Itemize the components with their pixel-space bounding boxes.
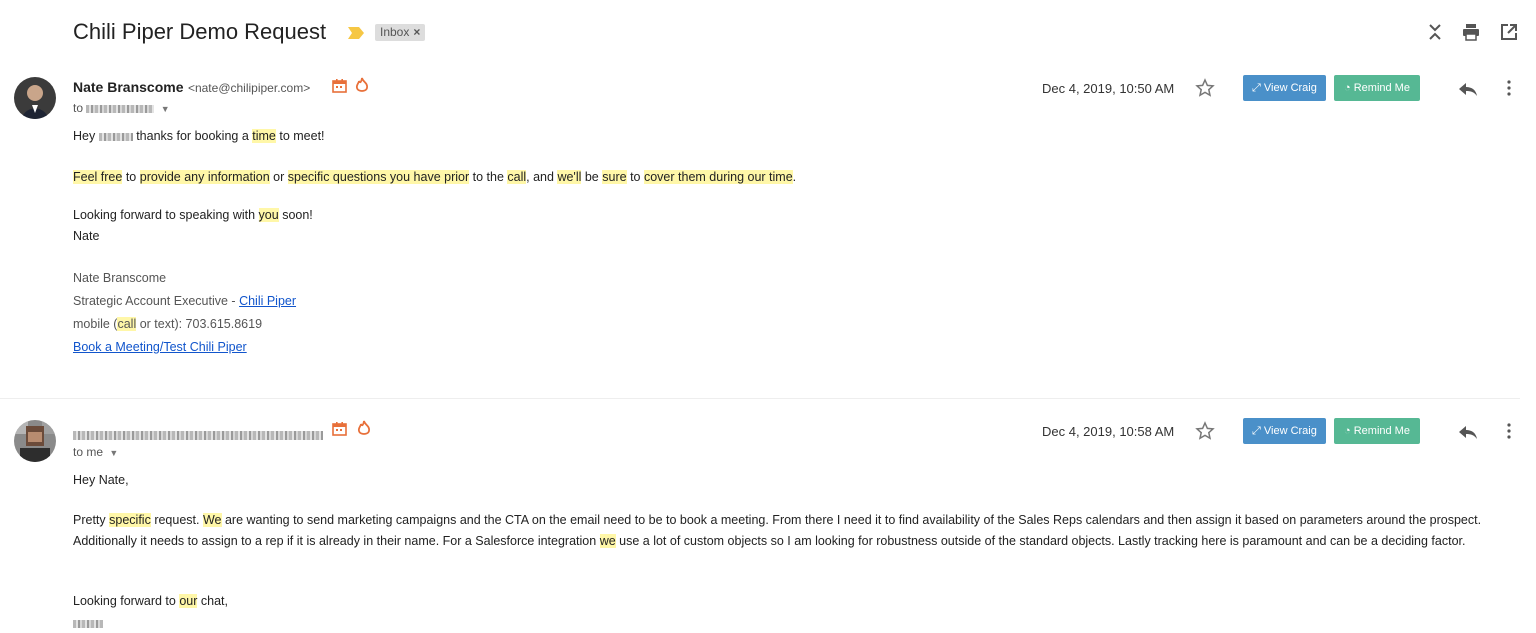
importance-marker-icon[interactable] (347, 26, 365, 40)
remind-me-label: Remind Me (1353, 82, 1410, 94)
recipient-line: to ▼ (73, 101, 170, 115)
to-me-label: to me (73, 445, 104, 459)
remind-me-button[interactable]: ◔ Remind Me (1334, 418, 1420, 444)
recipient-line: to me ▼ (73, 445, 118, 459)
redacted-name (98, 132, 133, 141)
remind-icon: ◔ (1344, 425, 1351, 437)
message-closing: Looking forward to our chat, (73, 594, 228, 608)
signature-mobile: mobile (call or text): 703.615.8619 (73, 317, 263, 331)
sender-line: Nate Branscome <nate@chilipiper.com> (73, 79, 310, 97)
calendar-icon[interactable] (332, 421, 347, 436)
message-sign-name: Nate (73, 229, 100, 243)
message-date: Dec 4, 2019, 10:58 AM (1042, 424, 1175, 439)
reply-icon[interactable] (1458, 80, 1478, 98)
expand-collapse-icon[interactable] (1425, 22, 1445, 42)
message-greeting: Hey thanks for booking a time to meet! (73, 129, 325, 143)
sender-name: Nate Branscome (73, 79, 184, 95)
link-arrow-icon: ⤢ (1252, 425, 1261, 437)
star-icon[interactable] (1195, 78, 1215, 98)
sender-avatar[interactable] (14, 77, 56, 119)
signature-title: Strategic Account Executive - Chili Pipe… (73, 294, 297, 308)
sender-email: <nate@chilipiper.com> (187, 81, 311, 95)
calendar-icon[interactable] (332, 78, 347, 93)
redacted-recipient (86, 104, 155, 113)
sender-avatar[interactable] (14, 420, 56, 462)
view-craig-button[interactable]: ⤢ View Craig (1243, 418, 1326, 444)
redacted-signature (73, 615, 103, 633)
view-craig-label: View Craig (1263, 425, 1317, 437)
view-craig-label: View Craig (1263, 82, 1317, 94)
inbox-label-chip: Inbox × (375, 24, 426, 41)
remove-label-button[interactable]: × (413, 25, 420, 39)
redacted-sender (73, 431, 323, 441)
signature-name: Nate Branscome (73, 271, 167, 285)
message-paragraph: Pretty specific request. We are wanting … (73, 513, 1482, 548)
message-paragraph: Feel free to provide any information or … (73, 170, 797, 184)
to-prefix: to (73, 101, 84, 115)
remind-icon: ◔ (1344, 82, 1351, 94)
message-date: Dec 4, 2019, 10:50 AM (1042, 81, 1175, 96)
email-subject: Chili Piper Demo Request (73, 19, 327, 44)
message-closing: Looking forward to speaking with you soo… (73, 208, 313, 222)
message-greeting: Hey Nate, (73, 473, 129, 487)
sender-line (73, 427, 323, 445)
chevron-down-icon[interactable]: ▼ (109, 448, 118, 458)
reply-icon[interactable] (1458, 423, 1478, 441)
remind-me-label: Remind Me (1353, 425, 1410, 437)
view-craig-button[interactable]: ⤢ View Craig (1243, 75, 1326, 101)
more-options-icon[interactable] (1506, 79, 1512, 97)
inbox-label-text: Inbox (380, 25, 410, 39)
link-arrow-icon: ⤢ (1252, 82, 1261, 94)
chevron-down-icon[interactable]: ▼ (161, 104, 170, 114)
booking-link[interactable]: Book a Meeting/Test Chili Piper (73, 340, 247, 354)
fire-icon[interactable] (355, 77, 369, 93)
message-divider (0, 398, 1520, 399)
open-new-window-icon[interactable] (1499, 22, 1519, 42)
print-icon[interactable] (1461, 22, 1481, 42)
fire-icon[interactable] (357, 420, 371, 436)
star-icon[interactable] (1195, 421, 1215, 441)
remind-me-button[interactable]: ◔ Remind Me (1334, 75, 1420, 101)
company-link[interactable]: Chili Piper (239, 294, 296, 308)
more-options-icon[interactable] (1506, 422, 1512, 440)
signature-booking: Book a Meeting/Test Chili Piper (73, 340, 247, 354)
